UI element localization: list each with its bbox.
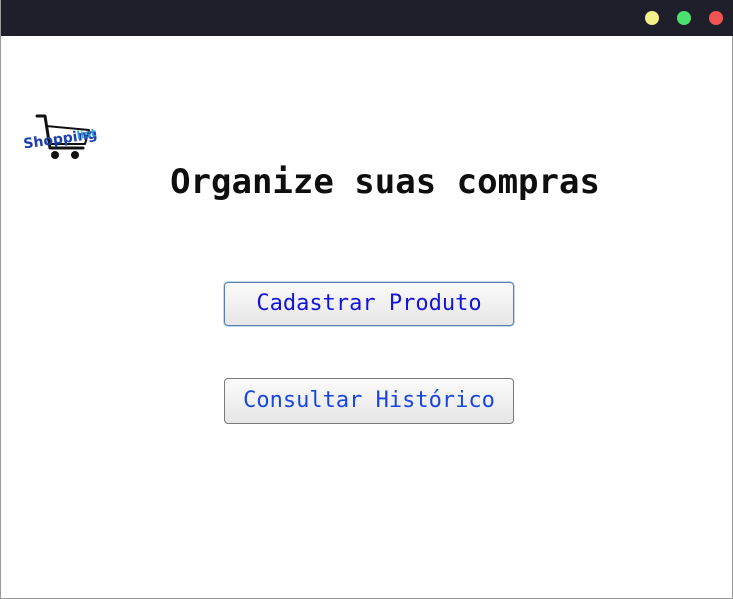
register-product-button[interactable]: Cadastrar Produto (224, 282, 514, 326)
view-history-label: Consultar Histórico (243, 388, 495, 413)
maximize-button[interactable] (677, 11, 691, 25)
app-logo: Shopping list (17, 112, 109, 164)
app-window: Shopping list Organize suas compras Cada… (0, 0, 733, 599)
page-title: Organize suas compras (170, 162, 600, 202)
svg-text:list: list (76, 126, 97, 142)
view-history-button[interactable]: Consultar Histórico (224, 378, 514, 424)
shopping-cart-icon: Shopping list (22, 114, 98, 159)
register-product-label: Cadastrar Produto (256, 291, 482, 316)
title-bar (1, 0, 733, 36)
close-button[interactable] (709, 11, 723, 25)
minimize-button[interactable] (645, 11, 659, 25)
